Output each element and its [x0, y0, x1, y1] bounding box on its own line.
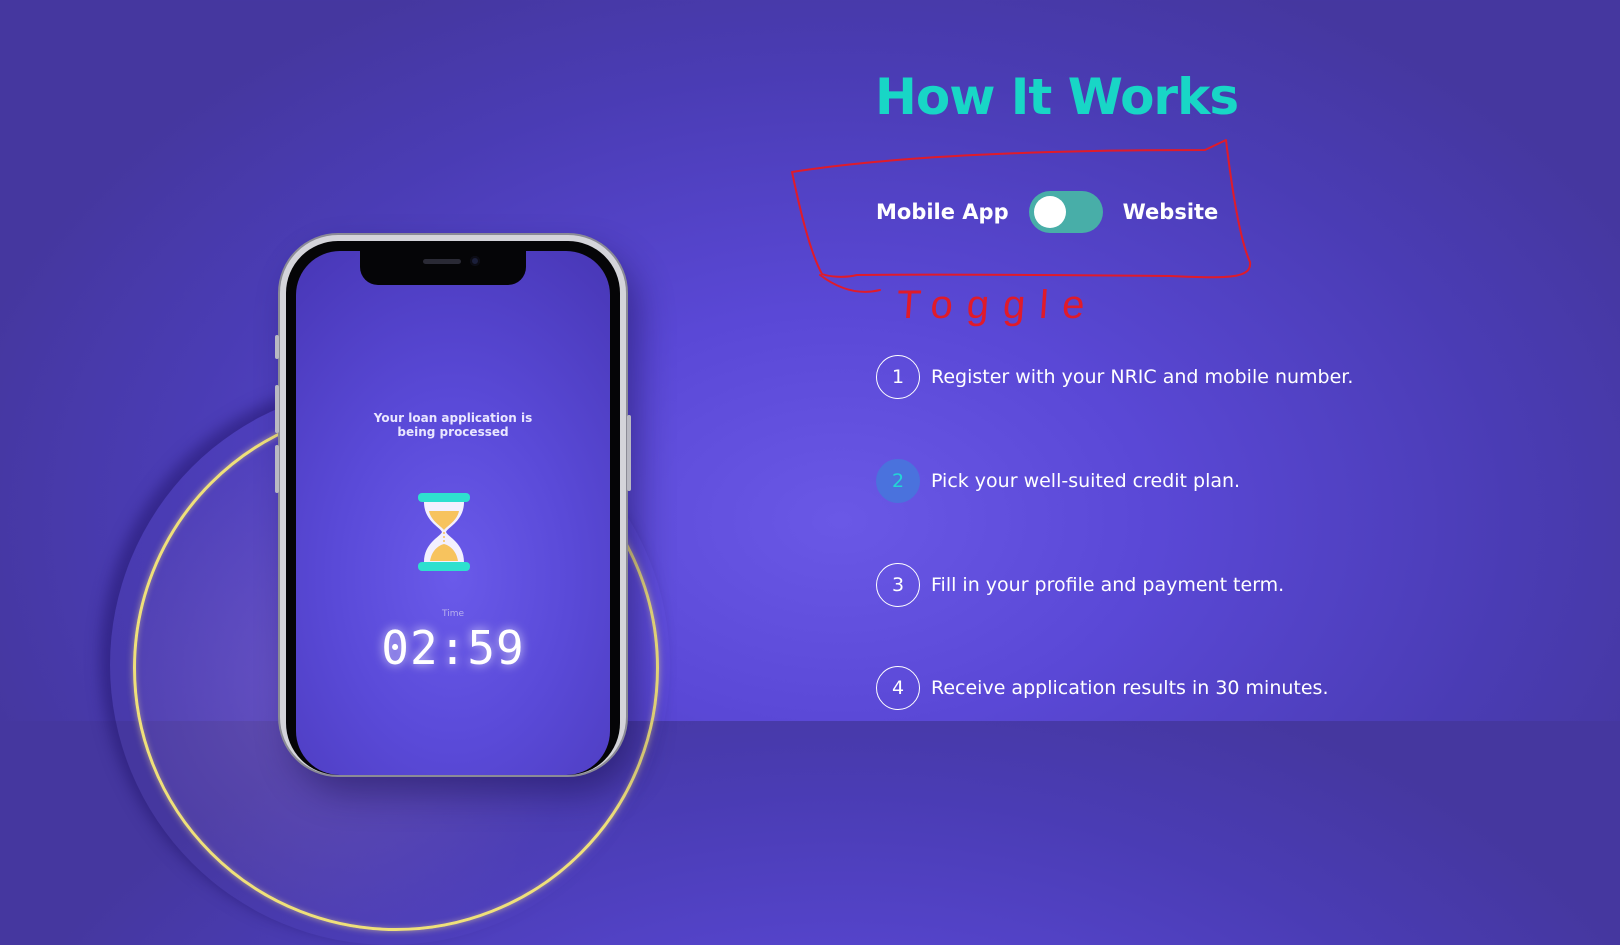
step-3[interactable]: 3 Fill in your profile and payment term.: [876, 563, 1284, 607]
time-label: Time: [441, 609, 465, 619]
annotation-toggle-word: Toggle: [895, 283, 1100, 327]
processing-message: Your loan application is being processed: [373, 411, 533, 439]
step-3-text: Fill in your profile and payment term.: [931, 574, 1285, 596]
phone-screen: Your loan application is being processed…: [296, 251, 610, 775]
phone-volume-up-button: [275, 385, 279, 433]
step-4-number: 4: [876, 666, 920, 710]
phone-speaker: [423, 259, 461, 264]
step-1-number: 1: [876, 355, 920, 399]
phone-bezel: Your loan application is being processed…: [286, 241, 620, 775]
platform-toggle: Mobile App Website: [876, 191, 1218, 233]
step-2[interactable]: 2 Pick your well-suited credit plan.: [876, 459, 1240, 503]
step-4-text: Receive application results in 30 minute…: [931, 677, 1329, 699]
step-3-number: 3: [876, 563, 920, 607]
step-4[interactable]: 4 Receive application results in 30 minu…: [876, 666, 1329, 710]
phone-side-button: [275, 335, 279, 359]
hourglass-icon: [418, 493, 470, 571]
phone-power-button: [627, 415, 631, 491]
step-2-text: Pick your well-suited credit plan.: [931, 470, 1241, 492]
step-1-text: Register with your NRIC and mobile numbe…: [931, 366, 1354, 388]
step-2-number: 2: [876, 459, 920, 503]
phone-mockup: Your loan application is being processed…: [275, 235, 631, 775]
phone-volume-down-button: [275, 445, 279, 493]
camera-icon: [470, 256, 480, 266]
step-1[interactable]: 1 Register with your NRIC and mobile num…: [876, 355, 1353, 399]
toggle-label-mobile-app[interactable]: Mobile App: [876, 200, 1009, 224]
section-title: How It Works: [875, 68, 1239, 126]
toggle-knob[interactable]: [1033, 196, 1066, 228]
phone-notch: [360, 251, 526, 285]
platform-toggle-switch[interactable]: [1028, 191, 1103, 233]
toggle-label-website[interactable]: Website: [1123, 200, 1219, 224]
annotation-text: Toggle: [895, 283, 1100, 327]
countdown-timer: 02:59: [381, 621, 525, 675]
